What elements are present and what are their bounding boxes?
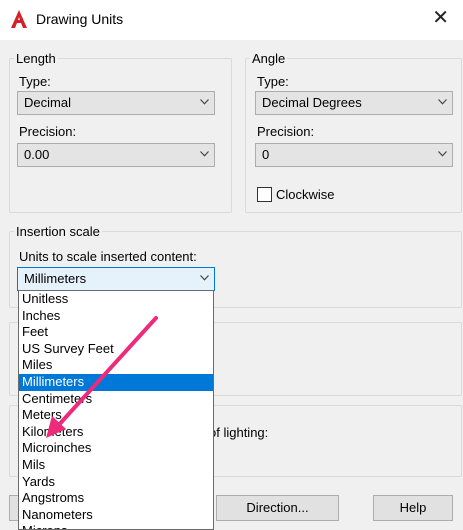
angle-type-select[interactable]: Decimal Degrees bbox=[255, 91, 453, 115]
dropdown-option[interactable]: Meters bbox=[19, 407, 213, 424]
chevron-down-icon bbox=[200, 151, 209, 157]
window-title: Drawing Units bbox=[36, 11, 124, 27]
insertion-scale-legend: Insertion scale bbox=[16, 224, 100, 239]
dropdown-option[interactable]: Kilometers bbox=[19, 424, 213, 441]
insertion-units-select[interactable]: Millimeters bbox=[17, 267, 215, 291]
clockwise-checkbox[interactable] bbox=[257, 187, 272, 202]
chevron-down-icon bbox=[200, 275, 209, 281]
length-precision-value: 0.00 bbox=[24, 147, 50, 162]
insertion-units-value: Millimeters bbox=[24, 271, 87, 286]
angle-type-label: Type: bbox=[257, 74, 289, 89]
help-button-label: Help bbox=[399, 500, 427, 515]
chevron-down-icon bbox=[200, 99, 209, 105]
dropdown-option[interactable]: Millimeters bbox=[19, 373, 213, 391]
length-type-value: Decimal bbox=[24, 95, 71, 110]
dropdown-option[interactable]: Yards bbox=[19, 474, 213, 491]
length-type-select[interactable]: Decimal bbox=[17, 91, 215, 115]
clockwise-label[interactable]: Clockwise bbox=[276, 187, 335, 202]
length-legend: Length bbox=[16, 51, 56, 66]
dropdown-option[interactable]: Angstroms bbox=[19, 490, 213, 507]
units-dropdown-list[interactable]: Unitless Inches Feet US Survey Feet Miles Mil… bbox=[18, 290, 214, 530]
autocad-logo-icon bbox=[11, 10, 27, 28]
dropdown-option[interactable]: Unitless bbox=[19, 291, 213, 308]
length-precision-select[interactable]: 0.00 bbox=[17, 143, 215, 167]
dropdown-option[interactable]: Mils bbox=[19, 457, 213, 474]
chevron-down-icon bbox=[438, 99, 447, 105]
chevron-down-icon bbox=[438, 151, 447, 157]
insertion-units-label: Units to scale inserted content: bbox=[19, 249, 197, 264]
close-icon[interactable]: ✕ bbox=[432, 7, 449, 29]
dropdown-option[interactable]: Miles bbox=[19, 357, 213, 374]
angle-type-value: Decimal Degrees bbox=[262, 95, 362, 110]
length-type-label: Type: bbox=[19, 74, 51, 89]
angle-precision-select[interactable]: 0 bbox=[255, 143, 453, 167]
direction-button[interactable]: Direction... bbox=[216, 495, 339, 521]
direction-button-label: Direction... bbox=[246, 500, 309, 515]
title-bar: Drawing Units ✕ bbox=[0, 0, 463, 40]
angle-precision-label: Precision: bbox=[257, 124, 315, 139]
angle-precision-value: 0 bbox=[262, 147, 270, 162]
angle-legend: Angle bbox=[252, 51, 286, 66]
help-button[interactable]: Help bbox=[373, 495, 453, 521]
dropdown-option[interactable]: Feet bbox=[19, 324, 213, 341]
dropdown-option[interactable]: Nanometers bbox=[19, 507, 213, 524]
length-precision-label: Precision: bbox=[19, 124, 77, 139]
lighting-label: of lighting: bbox=[209, 425, 269, 440]
dropdown-option[interactable]: US Survey Feet bbox=[19, 341, 213, 358]
dropdown-option[interactable]: Inches bbox=[19, 308, 213, 325]
dropdown-option[interactable]: Microinches bbox=[19, 440, 213, 457]
dropdown-option[interactable]: Centimeters bbox=[19, 391, 213, 408]
